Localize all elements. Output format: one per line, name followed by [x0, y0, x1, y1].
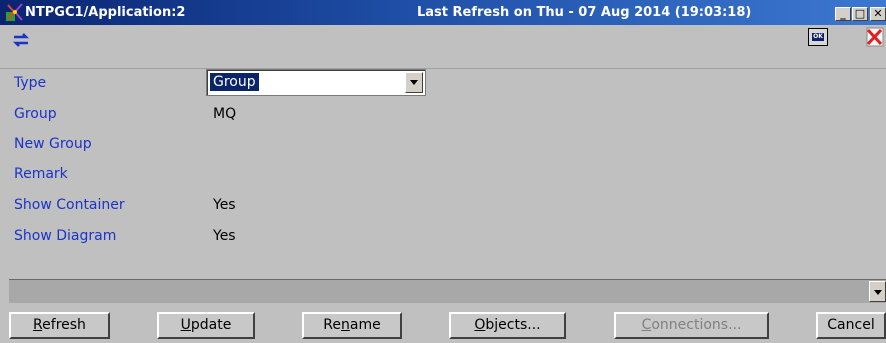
- rename-button[interactable]: Rename: [302, 312, 402, 339]
- show-container-label: Show Container: [14, 197, 125, 213]
- refresh-button[interactable]: Refresh: [9, 312, 110, 339]
- update-button[interactable]: Update: [157, 312, 255, 339]
- app-icon: [6, 3, 23, 21]
- status-combo[interactable]: [9, 279, 886, 303]
- update-mnemonic: U: [180, 317, 191, 333]
- toolbar: OK: [0, 25, 886, 69]
- close-icon[interactable]: [864, 27, 884, 47]
- connections-mnemonic: C: [641, 317, 652, 333]
- window-title: NTPGC1/Application:2: [25, 5, 186, 20]
- close-icon: ✕: [873, 7, 883, 20]
- minimize-icon: _: [840, 7, 846, 20]
- chevron-down-icon: [410, 80, 418, 85]
- remark-label: Remark: [14, 166, 68, 182]
- group-label: Group: [14, 106, 57, 122]
- refresh-label: efresh: [42, 317, 86, 333]
- objects-label: bjects...: [485, 317, 541, 333]
- group-value: MQ: [213, 106, 237, 122]
- connections-button[interactable]: Connections...: [614, 312, 769, 339]
- last-refresh-text: Last Refresh on Thu - 07 Aug 2014 (19:03…: [417, 5, 752, 20]
- type-label: Type: [14, 75, 47, 91]
- type-dropdown-button[interactable]: [405, 72, 423, 93]
- chevron-down-icon: [874, 290, 882, 295]
- title-bar[interactable]: NTPGC1/Application:2 Last Refresh on Thu…: [0, 0, 886, 25]
- maximize-icon: □: [854, 7, 866, 20]
- rename-label-post: ame: [349, 317, 381, 333]
- connections-label: onnections...: [651, 317, 742, 333]
- objects-mnemonic: O: [474, 317, 486, 333]
- close-window-button[interactable]: ✕: [870, 7, 886, 21]
- rename-label-pre: Re: [323, 317, 341, 333]
- cancel-button[interactable]: Cancel: [816, 312, 886, 339]
- update-label: pdate: [190, 317, 232, 333]
- status-dropdown-button[interactable]: [869, 281, 886, 302]
- show-diagram-value: Yes: [213, 228, 236, 244]
- show-diagram-label: Show Diagram: [14, 228, 117, 244]
- cancel-label: Cancel: [827, 317, 875, 333]
- ok-icon-label: OK: [812, 33, 824, 41]
- application-window: NTPGC1/Application:2 Last Refresh on Thu…: [0, 0, 886, 343]
- new-group-label: New Group: [14, 136, 92, 152]
- type-select-value: Group: [210, 73, 259, 91]
- refresh-mnemonic: R: [33, 317, 43, 333]
- sync-icon[interactable]: [11, 32, 31, 48]
- rename-mnemonic: n: [341, 317, 350, 333]
- minimize-button[interactable]: _: [835, 7, 851, 21]
- ok-icon[interactable]: OK: [808, 28, 828, 46]
- type-select[interactable]: Group: [206, 69, 426, 96]
- show-container-value: Yes: [213, 197, 236, 213]
- maximize-button[interactable]: □: [852, 7, 868, 21]
- objects-button[interactable]: Objects...: [449, 312, 566, 339]
